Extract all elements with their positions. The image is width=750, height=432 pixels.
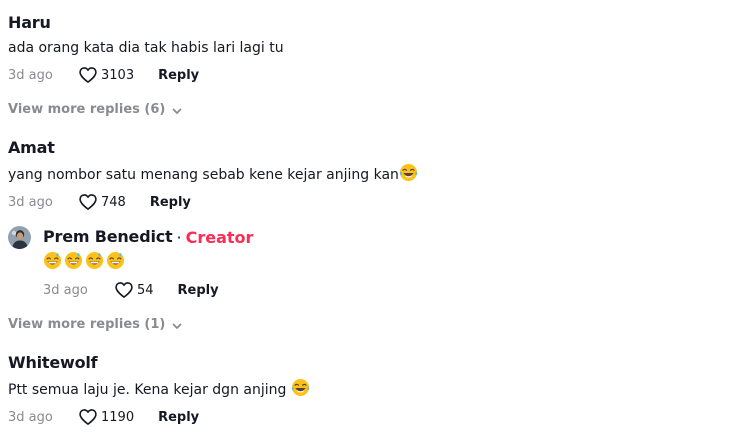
reply-button[interactable]: Reply	[178, 283, 219, 298]
like-button[interactable]: 748	[78, 192, 150, 212]
reply-header: Prem Benedict · Creator	[43, 227, 742, 247]
comment-time: 3d ago	[8, 67, 53, 83]
comment-meta: 3d ago 3103 Reply	[8, 65, 742, 85]
grinning-face-with-sweat-icon	[85, 251, 104, 270]
reply-meta: 3d ago 54 Reply	[43, 280, 742, 300]
heart-icon	[78, 407, 98, 427]
face-with-tears-of-joy-icon	[291, 378, 310, 397]
comment-item: Haru ada orang kata dia tak habis lari l…	[8, 13, 742, 85]
like-button[interactable]: 3103	[78, 65, 158, 85]
comment-username[interactable]: Whitewolf	[8, 353, 98, 373]
grinning-face-with-sweat-icon	[43, 251, 62, 270]
comment-text: yang nombor satu menang sebab kene kejar…	[8, 163, 742, 185]
like-count: 3103	[101, 67, 135, 83]
view-more-replies-button[interactable]: View more replies (6)	[8, 102, 183, 117]
heart-icon	[78, 192, 98, 212]
reply-button[interactable]: Reply	[150, 195, 191, 210]
comment-text: ada orang kata dia tak habis lari lagi t…	[8, 40, 284, 56]
chevron-down-icon	[171, 320, 183, 332]
like-button[interactable]: 1190	[78, 407, 158, 427]
comment-username[interactable]: Amat	[8, 138, 55, 158]
like-count: 748	[101, 194, 126, 210]
reply-text	[43, 251, 742, 273]
like-count: 54	[137, 282, 154, 298]
comment-item: Whitewolf Ptt semua laju je. Kena kejar …	[8, 353, 742, 427]
comment-meta: 3d ago 1190 Reply	[8, 407, 742, 427]
like-button[interactable]: 54	[114, 280, 178, 300]
view-more-replies-label: View more replies (6)	[8, 102, 166, 117]
comment-time: 3d ago	[8, 194, 53, 210]
comment-item: Amat yang nombor satu menang sebab kene …	[8, 138, 742, 212]
comment-text-content: Ptt semua laju je. Kena kejar dgn anjing	[8, 382, 291, 398]
heart-icon	[78, 65, 98, 85]
view-more-replies-button[interactable]: View more replies (1)	[8, 317, 183, 332]
reply-button[interactable]: Reply	[158, 68, 199, 83]
reply-time: 3d ago	[43, 282, 88, 298]
reply-username[interactable]: Prem Benedict	[43, 227, 173, 247]
comment-meta: 3d ago 748 Reply	[8, 192, 742, 212]
heart-icon	[114, 280, 134, 300]
separator-dot: ·	[176, 227, 182, 247]
avatar-image	[8, 226, 31, 249]
reply-comment-item: Prem Benedict · Creator 3d ago 54 Reply	[43, 227, 742, 300]
chevron-down-icon	[171, 105, 183, 117]
grinning-face-with-sweat-icon	[64, 251, 83, 270]
avatar[interactable]	[8, 226, 31, 249]
comment-username[interactable]: Haru	[8, 13, 51, 33]
view-more-replies-label: View more replies (1)	[8, 317, 166, 332]
reply-button[interactable]: Reply	[158, 410, 199, 425]
creator-badge: Creator	[185, 227, 254, 247]
comment-text: Ptt semua laju je. Kena kejar dgn anjing	[8, 378, 742, 400]
face-with-tears-of-joy-icon	[399, 163, 418, 182]
like-count: 1190	[101, 409, 135, 425]
grinning-face-with-sweat-icon	[106, 251, 125, 270]
comment-text-content: yang nombor satu menang sebab kene kejar…	[8, 167, 399, 183]
comment-time: 3d ago	[8, 409, 53, 425]
